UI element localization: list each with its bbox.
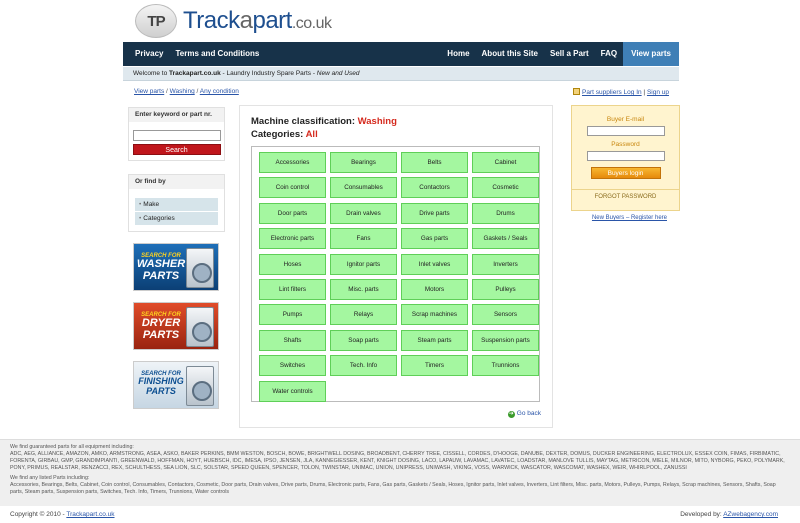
footer-info: We find guaranteed parts for all equipme… (0, 439, 800, 506)
category-button[interactable]: Hoses (259, 253, 326, 275)
nav-faq[interactable]: FAQ (595, 42, 623, 66)
logo-text: Trackapart.co.uk (183, 7, 332, 34)
breadcrumb-washing[interactable]: Washing (170, 88, 195, 95)
category-button[interactable]: Consumables (330, 177, 397, 199)
category-button[interactable]: Misc. parts (330, 278, 397, 300)
welcome-bar: Welcome to Trackapart.co.uk - Laundry In… (123, 67, 679, 81)
supplier-icon (573, 88, 580, 95)
category-button[interactable]: Drive parts (401, 202, 468, 224)
find-by-make[interactable]: • Make (135, 198, 218, 212)
buyers-login-button[interactable]: Buyers login (590, 167, 661, 179)
category-button[interactable]: Water controls (259, 380, 326, 402)
find-by-title: Or find by (129, 175, 224, 189)
category-button[interactable]: Drain valves (330, 202, 397, 224)
bottom-bar: Copyright © 2010 - Trackapart.co.uk Deve… (0, 506, 800, 523)
category-button[interactable]: Coin control (259, 177, 326, 199)
site-logo[interactable]: TP Trackapart.co.uk (135, 2, 355, 40)
go-back-link[interactable]: ➔ Go back (507, 410, 541, 418)
footer-brands: ADC, AEG, ALLIANCE, AMAZON, AMKO, ARMSTR… (10, 451, 785, 471)
category-button[interactable]: Switches (259, 355, 326, 377)
footer-intro: We find guaranteed parts for all equipme… (10, 444, 134, 450)
washer-parts-banner[interactable]: SEARCH FOR WASHER PARTS (133, 243, 219, 291)
category-button[interactable]: Scrap machines (401, 304, 468, 326)
category-button[interactable]: Cabinet (472, 152, 539, 173)
footer-types: Accessories, Bearings, Belts, Cabinet, C… (10, 482, 776, 495)
category-button[interactable]: Ignitor parts (330, 253, 397, 275)
category-button[interactable]: Soap parts (330, 329, 397, 351)
category-button[interactable]: Trunnions (472, 355, 539, 377)
finishing-machine-image (186, 366, 214, 406)
developer-link[interactable]: AZwebagency.com (723, 511, 778, 518)
category-button[interactable]: Pumps (259, 304, 326, 326)
go-back-icon: ➔ (507, 411, 515, 418)
nav-view-parts[interactable]: View parts (623, 42, 679, 66)
category-button[interactable]: Suspension parts (472, 329, 539, 351)
category-button[interactable]: Steam parts (401, 329, 468, 351)
dryer-machine-image (186, 307, 214, 347)
category-button[interactable]: Gaskets / Seals (472, 228, 539, 250)
search-box: Enter keyword or part nr. Search (128, 107, 225, 161)
logo-badge: TP (135, 4, 177, 38)
category-button[interactable]: Drums (472, 202, 539, 224)
footer-types-intro: We find any listed Parts including: (10, 475, 90, 481)
category-grid-frame: Accessories Bearings Belts Cabinet Coin cont… (251, 146, 540, 402)
forgot-password-link[interactable]: FORGOT PASSWORD (572, 189, 679, 200)
category-button[interactable]: Inverters (472, 253, 539, 275)
category-button[interactable]: Accessories (259, 152, 326, 173)
copyright-text: Copyright © 2010 - (10, 511, 67, 518)
category-button[interactable]: Pulleys (472, 278, 539, 300)
category-button[interactable]: Electronic parts (259, 228, 326, 250)
category-button[interactable]: Tech. Info (330, 355, 397, 377)
password-label: Password (611, 141, 640, 148)
category-button[interactable]: Bearings (330, 152, 397, 173)
nav-about[interactable]: About this Site (476, 42, 544, 66)
breadcrumb-view-parts[interactable]: View parts (134, 88, 164, 95)
bullet-icon: • (139, 215, 142, 222)
category-button[interactable]: Lint filters (259, 278, 326, 300)
category-button[interactable]: Shafts (259, 329, 326, 351)
category-button[interactable]: Sensors (472, 304, 539, 326)
nav-privacy[interactable]: Privacy (129, 42, 169, 66)
account-links: Part suppliers Log In | Sign up (573, 88, 669, 96)
washer-machine-image (186, 248, 214, 288)
dryer-parts-banner[interactable]: SEARCH FOR DRYER PARTS (133, 302, 219, 350)
nav-sell-part[interactable]: Sell a Part (544, 42, 595, 66)
find-by-categories[interactable]: • Categories (135, 212, 218, 226)
finishing-parts-banner[interactable]: SEARCH FOR FINISHING PARTS (133, 361, 219, 409)
category-button[interactable]: Door parts (259, 202, 326, 224)
search-box-title: Enter keyword or part nr. (129, 108, 224, 122)
category-button[interactable]: Cosmetic (472, 177, 539, 199)
buyer-login-box: Buyer E-mail Password Buyers login FORGO… (571, 105, 680, 211)
email-label: Buyer E-mail (606, 116, 645, 123)
main-navbar: Privacy Terms and Conditions Home About … (123, 42, 679, 66)
find-by-box: Or find by • Make • Categories (128, 174, 225, 232)
main-panel: Machine classification: Washing Categori… (239, 105, 553, 428)
email-field[interactable] (586, 126, 665, 136)
category-button[interactable]: Inlet valves (401, 253, 468, 275)
copyright-link[interactable]: Trackapart.co.uk (66, 511, 114, 518)
category-button[interactable]: Belts (401, 152, 468, 173)
category-button[interactable]: Relays (330, 304, 397, 326)
category-button[interactable]: Contactors (401, 177, 468, 199)
sign-up-link[interactable]: Sign up (647, 89, 669, 96)
categories-heading: Categories: All (251, 129, 318, 140)
search-input[interactable] (132, 130, 221, 141)
nav-home[interactable]: Home (441, 42, 475, 66)
category-grid: Accessories Bearings Belts Cabinet Coin cont… (259, 152, 539, 402)
breadcrumb: View parts / Washing / Any condition (134, 88, 239, 95)
register-link[interactable]: New Buyers – Register here (571, 215, 667, 221)
supplier-login-link[interactable]: Part suppliers Log In (582, 89, 642, 96)
category-button[interactable]: Timers (401, 355, 468, 377)
bullet-icon: • (139, 201, 142, 208)
nav-terms[interactable]: Terms and Conditions (169, 42, 265, 66)
category-button[interactable]: Motors (401, 278, 468, 300)
category-button[interactable]: Gas parts (401, 228, 468, 250)
category-button[interactable]: Fans (330, 228, 397, 250)
password-field[interactable] (586, 151, 665, 161)
breadcrumb-any-condition[interactable]: Any condition (200, 88, 239, 95)
machine-classification: Machine classification: Washing (251, 116, 397, 127)
search-button[interactable]: Search (132, 144, 221, 155)
developed-text: Developed by: (680, 511, 724, 518)
